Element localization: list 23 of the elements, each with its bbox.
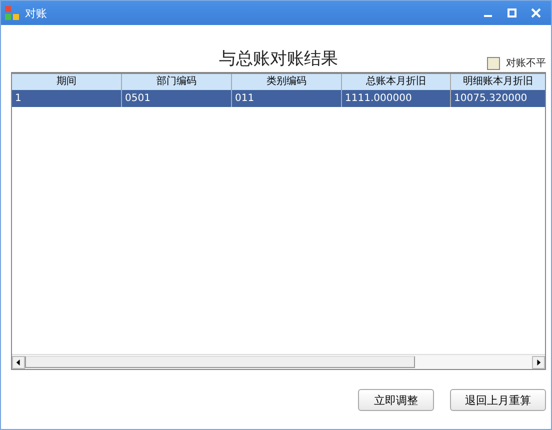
column-header[interactable]: 部门编码	[122, 74, 232, 90]
column-header[interactable]: 明细账本月折旧	[451, 74, 545, 90]
column-header[interactable]: 期间	[12, 74, 122, 90]
action-button[interactable]: 立即调整	[358, 389, 434, 411]
column-header[interactable]: 总账本月折旧	[342, 74, 451, 90]
table-cell: 0501	[122, 90, 232, 107]
table-row[interactable]: 1 0501 011 1111.000000 10075.320000	[12, 90, 545, 107]
table-cell: 1111.000000	[342, 90, 451, 107]
action-button[interactable]: 退回上月重算	[450, 389, 546, 411]
report-heading: 与总账对账结果	[219, 48, 338, 70]
horizontal-scrollbar[interactable]	[12, 354, 545, 369]
scrollbar-thumb[interactable]	[25, 356, 415, 368]
grid-icon	[5, 6, 19, 20]
scroll-left-icon[interactable]	[12, 356, 25, 368]
close-icon[interactable]	[531, 8, 541, 18]
table-cell: 1	[12, 90, 122, 107]
window-title: 对账	[25, 6, 47, 20]
scroll-right-icon[interactable]	[532, 356, 545, 368]
column-header[interactable]: 类别编码	[232, 74, 342, 90]
table-cell: 011	[232, 90, 342, 107]
maximize-icon[interactable]	[507, 8, 517, 18]
table-cell: 10075.320000	[451, 90, 545, 107]
legend-label: 对账不平	[506, 56, 546, 70]
